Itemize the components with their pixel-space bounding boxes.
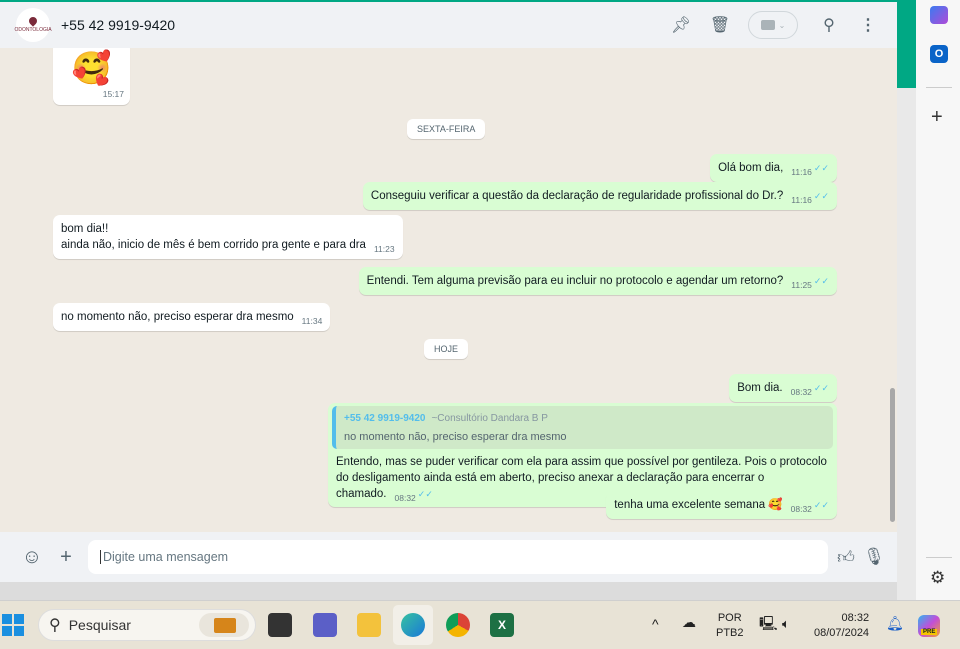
copilot-icon[interactable] [930,6,948,24]
network-icon[interactable]: 🖳 [759,616,778,631]
message-text: bom dia!! [61,223,109,235]
date-divider: SEXTA-FEIRA [407,119,486,139]
volume-icon[interactable]: 🔈︎ [782,616,790,631]
avatar[interactable]: ODONTOLOGIA [14,8,52,42]
message-text: Conseguiu verificar a questão da declara… [370,190,784,202]
clock-date: 08/07/2024 [814,627,870,639]
microphone-icon[interactable]: 🎙︎ [862,547,886,567]
language-indicator[interactable]: POR PTB2 [716,611,744,641]
settings-icon[interactable]: ⚙ [930,568,945,588]
top-accent [0,0,916,2]
lang-code: POR [717,612,742,624]
pin-icon[interactable]: 📌︎ [670,14,692,36]
teams-icon[interactable] [313,613,337,637]
keyboard-layout: PTB2 [716,627,744,639]
message-in[interactable]: bom dia!! ainda não, inicio de mês é bem … [53,215,403,259]
emoji-sticker: 🥰 [71,50,112,86]
emoji-icon[interactable]: ☺ [20,546,44,569]
read-ticks-icon: ✓✓ [813,276,829,286]
divider [926,87,952,88]
message-out[interactable]: Bom dia. 08:32 ✓✓ [729,374,837,402]
quoted-message[interactable]: +55 42 9919-9420 ~Consultório Dandara B P… [332,406,833,449]
app-task-icon[interactable] [268,613,292,637]
clock[interactable]: 08:32 08/07/2024 [814,611,869,641]
message-in[interactable]: 🥰 15:17 [53,48,130,105]
quote-author-name: ~Consultório Dandara B P [431,413,548,424]
briefcase-icon [199,613,249,637]
add-icon[interactable]: + [931,106,943,129]
search-label: Pesquisar [68,617,131,633]
message-text: tenha uma excelente semana 🥰 [614,499,783,511]
video-call-icon[interactable]: ⌄ [748,11,798,39]
message-list: 🥰 15:17 SEXTA-FEIRA Olá bom dia, 11:16 ✓✓ … [0,48,897,532]
outlook-icon[interactable]: O [930,45,948,63]
scrollbar[interactable] [890,388,895,522]
message-time: 11:25 [791,280,812,290]
message-out[interactable]: Olá bom dia, 11:16 ✓✓ [710,154,837,182]
menu-icon[interactable]: ⋮ [857,14,879,36]
thumbs-up-icon[interactable]: 👍︎ [834,547,858,568]
search-icon[interactable]: ⚲ [818,14,840,36]
message-time: 11:16 [791,167,812,177]
read-ticks-icon: ✓✓ [813,191,829,201]
onedrive-offline-icon[interactable]: ☁ [682,615,696,630]
clock-time: 08:32 [841,612,870,624]
avatar-text: ODONTOLOGIA [14,27,52,33]
read-ticks-icon: ✓✓ [813,163,829,173]
message-out[interactable]: Entendi. Tem alguma previsão para eu inc… [358,267,837,295]
whatsapp-window: ODONTOLOGIA +55 42 9919-9420 📌︎ 🗑︎ ⌄ ⚲ ⋮… [0,0,897,600]
file-explorer-icon[interactable] [357,613,381,637]
taskbar-search[interactable]: ⚲ Pesquisar [38,609,256,641]
message-time: 08:32 [790,387,812,397]
copilot-badge: PRE [921,629,938,635]
message-time: 15:17 [102,89,124,99]
start-icon[interactable] [2,614,24,636]
contact-name[interactable]: +55 42 9919-9420 [61,17,175,33]
message-text: no momento não, preciso esperar dra mesm… [61,311,294,323]
edge-sidebar: O + ⚙ [916,0,960,600]
message-time: 08:32 [394,493,416,503]
search-icon: ⚲ [49,617,61,634]
message-time: 11:23 [373,244,395,254]
message-input[interactable]: Digite uma mensagem [88,540,828,574]
message-out[interactable]: Conseguiu verificar a questão da declara… [362,182,837,210]
quote-text: no momento não, preciso esperar dra mesm… [344,431,567,443]
message-time: 08:32 [790,504,812,514]
read-ticks-icon: ✓✓ [417,489,433,499]
chat-header: ODONTOLOGIA +55 42 9919-9420 📌︎ 🗑︎ ⌄ ⚲ ⋮ [0,2,897,48]
read-ticks-icon: ✓✓ [813,500,829,510]
copilot-icon[interactable]: PRE [918,615,940,637]
notification-bell-icon[interactable]: 🔔︎ [886,616,904,631]
message-text: Entendi. Tem alguma previsão para eu inc… [366,275,784,287]
accent-strip [897,0,916,88]
message-placeholder: Digite uma mensagem [100,550,228,564]
message-text: ainda não, inicio de mês é bem corrido p… [61,239,366,251]
compose-bar: ☺ + Digite uma mensagem 👍︎ 🎙︎ [0,532,897,582]
plus-icon[interactable]: + [54,546,78,569]
message-in[interactable]: no momento não, preciso esperar dra mesm… [53,303,331,331]
excel-icon[interactable]: X [490,613,514,637]
chrome-icon[interactable] [446,613,470,637]
message-text: Bom dia. [737,382,783,394]
read-ticks-icon: ✓✓ [813,383,829,393]
quote-author: +55 42 9919-9420 [344,413,426,424]
chevron-up-icon[interactable]: ^ [652,617,659,632]
message-out[interactable]: tenha uma excelente semana 🥰 08:32 ✓✓ [606,491,837,519]
divider [926,557,952,558]
taskbar: ⚲ Pesquisar X ^ ☁ POR PTB2 🖳 🔈︎ 08:32 08/07… [0,600,960,649]
message-text: Olá bom dia, [718,162,784,174]
edge-icon[interactable] [401,613,425,637]
date-divider: HOJE [424,339,469,359]
trash-icon[interactable]: 🗑︎ [709,14,731,36]
message-time: 11:16 [791,195,812,205]
message-time: 11:34 [301,316,323,326]
